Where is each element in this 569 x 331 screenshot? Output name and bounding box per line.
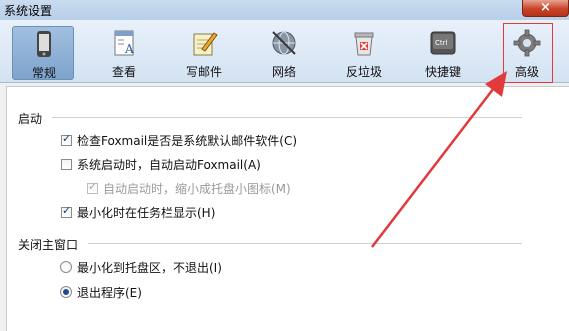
annotation-arrow xyxy=(371,71,507,248)
